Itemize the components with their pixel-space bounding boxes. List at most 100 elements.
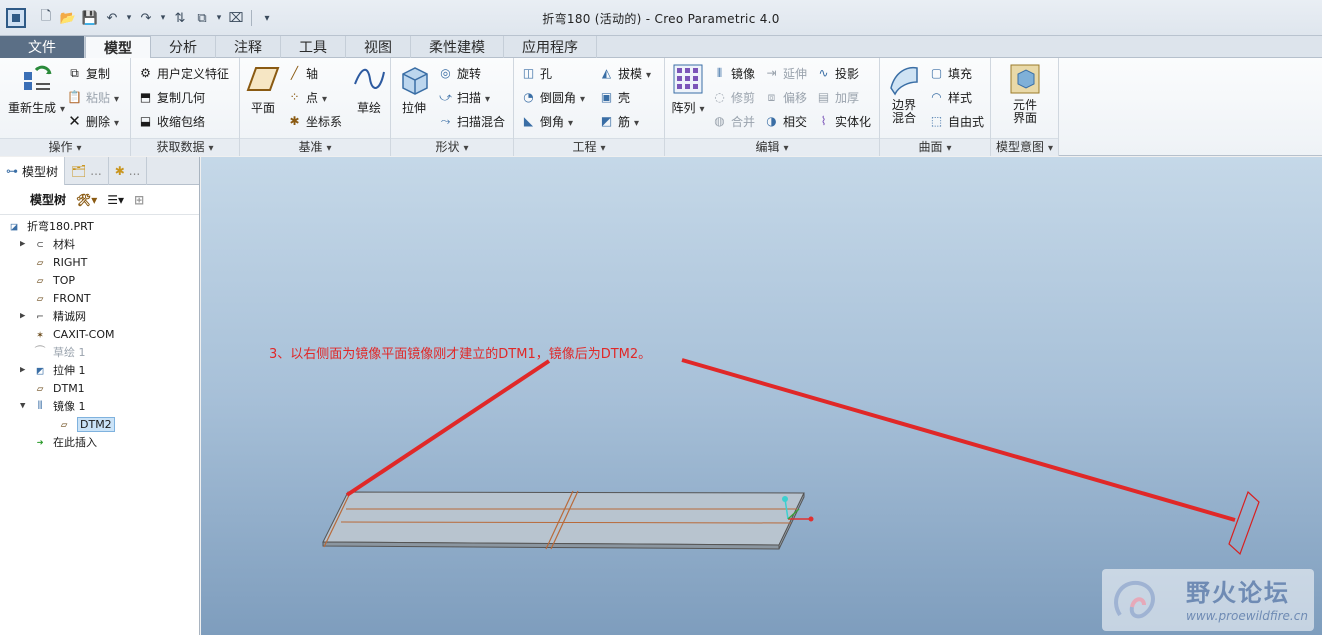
style-button[interactable]: ◠ 样式 — [928, 86, 972, 108]
axis-icon: ╱ — [290, 66, 299, 80]
csys-button[interactable]: ✱ 坐标系 — [286, 110, 342, 132]
tab-flexible-modeling[interactable]: 柔性建模 — [411, 36, 504, 58]
group-label-editing[interactable]: 编辑 — [665, 138, 879, 156]
tree-node[interactable]: ▱ TOP — [12, 271, 192, 289]
expand-arrow-icon[interactable]: ▶ — [20, 365, 32, 375]
settings-list-icon[interactable]: ☰▾ — [107, 193, 124, 207]
group-label-operations[interactable]: 操作 — [0, 138, 130, 156]
ribbon-tabs: 文件 模型 分析 注释 工具 视图 柔性建模 应用程序 — [0, 36, 1322, 59]
sweep-button[interactable]: ⤻ 扫描 — [437, 86, 490, 108]
tab-favorites[interactable]: ✱... — [109, 157, 148, 185]
tree-node[interactable]: ▼ ⫴ 镜像 1 — [12, 397, 192, 415]
ribbon: 重新生成 ⧉复制 📋粘贴 ✕删除 操作 ⚙用户定义特征 ⬒复制几何 ⬓收缩包络 … — [0, 58, 1322, 156]
tree-node[interactable]: ▶ ⌐ 精诚网 — [12, 307, 192, 325]
datum-plane-icon: ▱ — [36, 381, 44, 395]
expand-arrow-icon[interactable]: ▶ — [20, 311, 32, 321]
tab-analysis[interactable]: 分析 — [151, 36, 216, 58]
datum-plane-dtm2[interactable] — [1228, 490, 1260, 556]
filter-icon[interactable]: ⊞ — [134, 193, 144, 207]
datum-plane-icon: ▱ — [36, 273, 44, 287]
tree-node[interactable]: ▱ FRONT — [12, 289, 192, 307]
extend-icon: ⇥ — [766, 66, 777, 80]
model-tree-panel: ⊶ 模型树 🗂... ✱... 模型树 🛠▾ ☰▾ ⊞ ◪ 折弯180.PRT ▶ ⊂ 材… — [0, 157, 200, 635]
graphics-viewport[interactable]: 3、以右侧面为镜像平面镜像刚才建立的DTM1，镜像后为DTM2。 野火论坛 ww… — [201, 157, 1322, 635]
plane-button[interactable]: 平面 — [246, 62, 280, 116]
group-label-datum[interactable]: 基准 — [240, 138, 390, 156]
thicken-button[interactable]: ▤ 加厚 — [815, 86, 859, 108]
expanded-arrow-icon[interactable]: ▼ — [20, 401, 32, 411]
intersect-button[interactable]: ◑ 相交 — [763, 110, 807, 132]
tab-model[interactable]: 模型 — [85, 36, 151, 59]
merge-button[interactable]: ◍ 合并 — [711, 110, 755, 132]
group-label-surfaces[interactable]: 曲面 — [880, 138, 990, 156]
mirror-button[interactable]: ⫴ 镜像 — [711, 62, 755, 84]
solidify-button[interactable]: ⌇ 实体化 — [815, 110, 871, 132]
shell-button[interactable]: ▣ 壳 — [598, 86, 630, 108]
csys-icon: ✶ — [36, 327, 44, 341]
round-icon: ◔ — [523, 90, 534, 104]
group-engineering: ◫孔 ◔倒圆角 ◣倒角 ◭拔模 ▣壳 ◩筋 工程 — [514, 58, 665, 156]
tree-node[interactable]: ➜ 在此插入 — [12, 433, 192, 451]
udf-button[interactable]: ⚙ 用户定义特征 — [137, 62, 229, 84]
chamfer-icon: ◣ — [523, 114, 534, 128]
copy-button[interactable]: ⧉ 复制 — [66, 62, 110, 84]
tree-node[interactable]: ▱ RIGHT — [12, 253, 192, 271]
tree-node[interactable]: ▶ ◩ 拉伸 1 — [12, 361, 192, 379]
rib-button[interactable]: ◩ 筋 — [598, 110, 639, 132]
regenerate-button[interactable]: 重新生成 — [8, 62, 65, 116]
extrude-button[interactable]: 拉伸 — [397, 62, 431, 116]
group-label-get-data[interactable]: 获取数据 — [131, 138, 239, 156]
sketch-icon: ⏜ — [34, 345, 46, 358]
hole-button[interactable]: ◫ 孔 — [520, 62, 552, 84]
tree-node[interactable]: ✶ CAXIT-COM — [12, 325, 192, 343]
shrinkwrap-button[interactable]: ⬓ 收缩包络 — [137, 110, 205, 132]
extend-button[interactable]: ⇥ 延伸 — [763, 62, 807, 84]
tab-model-tree[interactable]: ⊶ 模型树 — [0, 157, 66, 185]
round-button[interactable]: ◔ 倒圆角 — [520, 86, 585, 108]
trim-button[interactable]: ◌ 修剪 — [711, 86, 755, 108]
tools-icon[interactable]: 🛠▾ — [76, 193, 97, 207]
tree-node[interactable]: ▱ DTM1 — [12, 379, 192, 397]
boundary-blend-icon — [890, 66, 918, 96]
pattern-button[interactable]: 阵列 — [671, 62, 705, 116]
tree-node[interactable]: ⏜ 草绘 1 — [12, 343, 192, 361]
tree-node-label: 在此插入 — [53, 436, 97, 449]
offset-icon: ⧈ — [767, 89, 776, 104]
point-button[interactable]: ⁘ 点 — [286, 86, 327, 108]
expand-arrow-icon[interactable]: ▶ — [20, 239, 32, 249]
tab-folder-browser[interactable]: 🗂... — [65, 157, 109, 185]
group-label-engineering[interactable]: 工程 — [514, 138, 664, 156]
title-bar: 🗋 📂 💾 ↶ ▾ ↷ ▾ ⇅ ⧉ ▾ ⌧ ▾ 折弯180 (活动的) - Cr… — [0, 0, 1322, 36]
draft-button[interactable]: ◭ 拔模 — [598, 62, 651, 84]
swept-blend-button[interactable]: ⤳ 扫描混合 — [437, 110, 505, 132]
sweep-icon: ⤻ — [439, 89, 452, 104]
tab-tools[interactable]: 工具 — [281, 36, 346, 58]
tree-node[interactable]: ▶ ⊂ 材料 — [12, 235, 192, 253]
axis-button[interactable]: ╱ 轴 — [286, 62, 318, 84]
offset-button[interactable]: ⧈ 偏移 — [763, 86, 807, 108]
datum-plane-icon: ▱ — [36, 255, 44, 269]
fill-button[interactable]: ▢ 填充 — [928, 62, 972, 84]
component-interface-button[interactable]: 元件界面 — [1005, 62, 1045, 125]
forum-logo-icon — [1114, 580, 1155, 619]
freestyle-button[interactable]: ⬚ 自由式 — [928, 110, 984, 132]
boundary-blend-button[interactable]: 边界混合 — [884, 62, 924, 125]
delete-button[interactable]: ✕ 删除 — [66, 110, 119, 132]
sheet-plate[interactable] — [322, 490, 805, 550]
revolve-button[interactable]: ◎ 旋转 — [437, 62, 481, 84]
tree-node[interactable]: ◪ 折弯180.PRT — [6, 217, 192, 235]
copy-geometry-button[interactable]: ⬒ 复制几何 — [137, 86, 205, 108]
chamfer-button[interactable]: ◣ 倒角 — [520, 110, 573, 132]
tab-applications[interactable]: 应用程序 — [504, 36, 597, 58]
paste-button[interactable]: 📋 粘贴 — [66, 86, 119, 108]
tab-file[interactable]: 文件 — [0, 36, 85, 58]
tree-node[interactable]: ▱ DTM2 — [12, 415, 192, 433]
tab-annotate[interactable]: 注释 — [216, 36, 281, 58]
group-label-model-intent[interactable]: 模型意图 — [991, 138, 1058, 156]
tab-view[interactable]: 视图 — [346, 36, 411, 58]
sketch-button[interactable]: 草绘 — [352, 62, 386, 116]
tree-node-label: 草绘 1 — [53, 346, 86, 359]
project-button[interactable]: ∿ 投影 — [815, 62, 859, 84]
tree-node-label: 精诚网 — [53, 310, 86, 323]
group-label-shapes[interactable]: 形状 — [391, 138, 513, 156]
